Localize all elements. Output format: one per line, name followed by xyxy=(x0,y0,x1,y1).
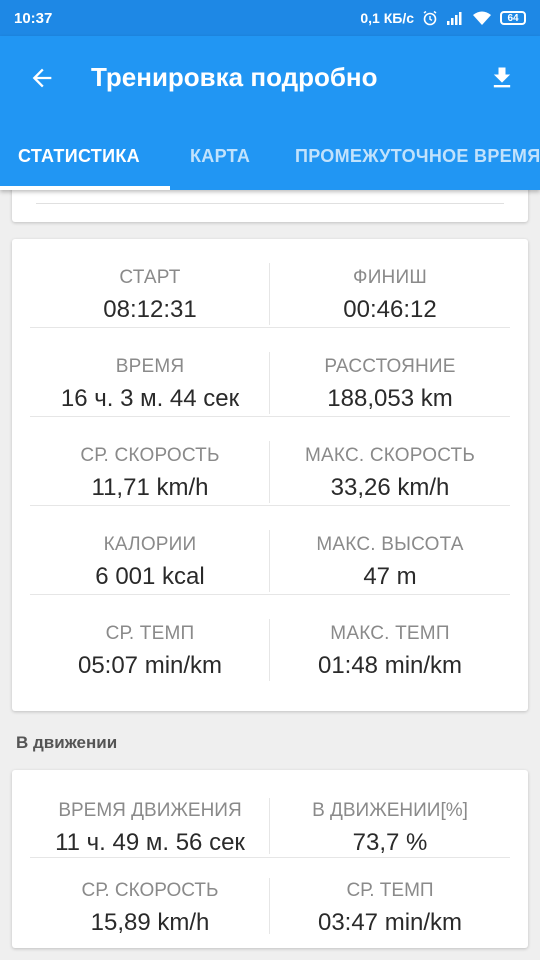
tab-statistics[interactable]: СТАТИСТИКА xyxy=(18,122,140,190)
stat-label: РАССТОЯНИЕ xyxy=(324,356,456,377)
stat-calories: КАЛОРИИ 6 001 kcal xyxy=(30,506,270,595)
moving-card: ВРЕМЯ ДВИЖЕНИЯ 11 ч. 49 м. 56 сек В ДВИЖ… xyxy=(12,770,528,948)
stat-label: СТАРТ xyxy=(119,267,181,288)
download-button[interactable] xyxy=(482,58,522,98)
stats-card: СТАРТ 08:12:31 ФИНИШ 00:46:12 ВРЕМЯ 16 ч… xyxy=(12,239,528,711)
stat-label: В ДВИЖЕНИИ[%] xyxy=(312,800,468,821)
app-bar: Тренировка подробно СТАТИСТИКА КАРТА ПРО… xyxy=(0,36,540,190)
tab-indicator xyxy=(0,186,170,190)
stat-value: 01:48 min/km xyxy=(317,652,463,679)
stat-finish: ФИНИШ 00:46:12 xyxy=(270,239,510,328)
page-title: Тренировка подробно xyxy=(91,62,378,92)
battery-icon: 64 xyxy=(500,11,526,25)
network-speed: 0,1 КБ/с xyxy=(360,10,414,26)
signal-icon xyxy=(446,11,464,25)
download-icon xyxy=(493,67,511,88)
stat-avg-speed: СР. СКОРОСТЬ 11,71 km/h xyxy=(30,417,270,506)
stat-label: МАКС. СКОРОСТЬ xyxy=(305,445,475,466)
wifi-icon xyxy=(472,11,492,26)
stat-value: 33,26 km/h xyxy=(330,474,450,501)
stat-label: СР. СКОРОСТЬ xyxy=(81,880,219,901)
stat-row: КАЛОРИИ 6 001 kcal МАКС. ВЫСОТА 47 m xyxy=(30,506,510,595)
alarm-icon xyxy=(422,10,438,26)
stat-start: СТАРТ 08:12:31 xyxy=(30,239,270,328)
stat-label: СР. ТЕМП xyxy=(346,880,434,901)
stat-value: 15,89 km/h xyxy=(90,909,210,936)
stat-label: КАЛОРИИ xyxy=(103,534,197,555)
stat-label: ВРЕМЯ xyxy=(115,356,185,377)
stat-value: 16 ч. 3 м. 44 сек xyxy=(60,385,240,412)
stat-value: 08:12:31 xyxy=(103,296,197,323)
stat-label: МАКС. ТЕМП xyxy=(330,623,450,644)
arrow-back-icon xyxy=(32,68,52,88)
stat-row: СТАРТ 08:12:31 ФИНИШ 00:46:12 xyxy=(30,239,510,328)
stat-value: 00:46:12 xyxy=(343,296,437,323)
tab-splits[interactable]: ПРОМЕЖУТОЧНОЕ ВРЕМЯ xyxy=(295,122,540,190)
stat-value: 47 m xyxy=(363,563,417,590)
stat-value: 05:07 min/km xyxy=(77,652,223,679)
stat-distance: РАССТОЯНИЕ 188,053 km xyxy=(270,328,510,417)
stat-label: ФИНИШ xyxy=(353,267,427,288)
stat-row: СР. СКОРОСТЬ 11,71 km/h МАКС. СКОРОСТЬ 3… xyxy=(30,417,510,506)
stat-moving-avg-pace: СР. ТЕМП 03:47 min/km xyxy=(270,858,510,938)
status-time: 10:37 xyxy=(14,9,53,27)
stat-label: МАКС. ВЫСОТА xyxy=(316,534,464,555)
stat-max-pace: МАКС. ТЕМП 01:48 min/km xyxy=(270,595,510,684)
stat-value: 188,053 km xyxy=(327,385,453,412)
screen: 10:37 0,1 КБ/с 64 СТАРТ 08:12:31 ФИНИШ 0… xyxy=(0,0,540,960)
stat-label: СР. ТЕМП xyxy=(105,623,195,644)
stat-value: 03:47 min/km xyxy=(317,909,463,936)
stat-value: 11 ч. 49 м. 56 сек xyxy=(55,829,245,856)
stat-moving-percent: В ДВИЖЕНИИ[%] 73,7 % xyxy=(270,778,510,858)
stat-avg-pace: СР. ТЕМП 05:07 min/km xyxy=(30,595,270,684)
section-title-moving: В движении xyxy=(16,733,118,752)
stat-max-altitude: МАКС. ВЫСОТА 47 m xyxy=(270,506,510,595)
stat-row: СР. СКОРОСТЬ 15,89 km/h СР. ТЕМП 03:47 m… xyxy=(30,858,510,938)
stat-value: 11,71 km/h xyxy=(91,474,209,501)
status-bar: 10:37 0,1 КБ/с 64 xyxy=(0,0,540,36)
stat-moving-avg-speed: СР. СКОРОСТЬ 15,89 km/h xyxy=(30,858,270,938)
toolbar: Тренировка подробно xyxy=(0,36,540,122)
stat-value: 73,7 % xyxy=(352,829,428,856)
battery-level: 64 xyxy=(507,12,519,24)
tab-bar: СТАТИСТИКА КАРТА ПРОМЕЖУТОЧНОЕ ВРЕМЯ xyxy=(0,122,540,190)
divider xyxy=(36,203,504,204)
back-button[interactable] xyxy=(22,58,62,98)
stat-moving-time: ВРЕМЯ ДВИЖЕНИЯ 11 ч. 49 м. 56 сек xyxy=(30,778,270,858)
stat-value: 6 001 kcal xyxy=(95,563,205,590)
stat-row: ВРЕМЯ 16 ч. 3 м. 44 сек РАССТОЯНИЕ 188,0… xyxy=(30,328,510,417)
tab-map[interactable]: КАРТА xyxy=(190,122,250,190)
stat-row: СР. ТЕМП 05:07 min/km МАКС. ТЕМП 01:48 m… xyxy=(30,595,510,684)
status-icons: 0,1 КБ/с 64 xyxy=(360,10,526,26)
stat-label: ВРЕМЯ ДВИЖЕНИЯ xyxy=(58,800,242,821)
stat-label: СР. СКОРОСТЬ xyxy=(80,445,220,466)
stat-max-speed: МАКС. СКОРОСТЬ 33,26 km/h xyxy=(270,417,510,506)
stat-row: ВРЕМЯ ДВИЖЕНИЯ 11 ч. 49 м. 56 сек В ДВИЖ… xyxy=(30,778,510,858)
stat-time: ВРЕМЯ 16 ч. 3 м. 44 сек xyxy=(30,328,270,417)
